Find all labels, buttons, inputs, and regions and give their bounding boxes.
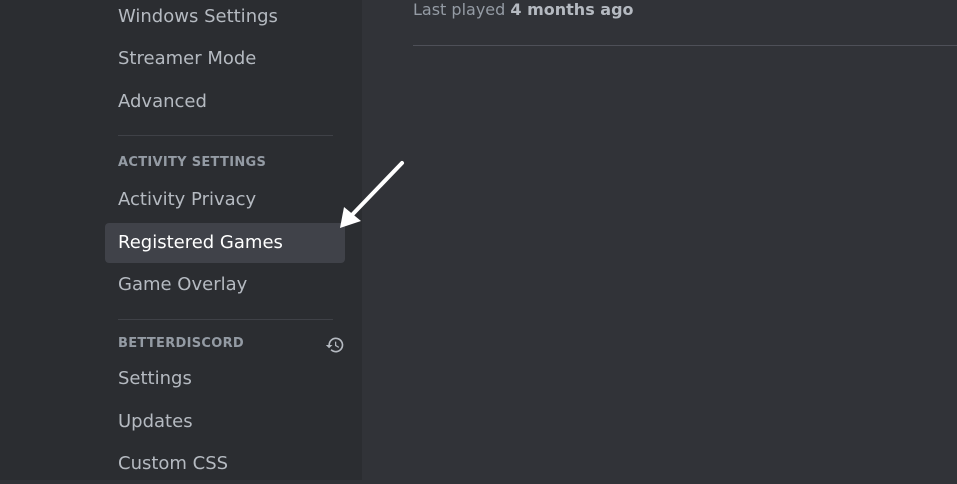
sidebar-item-activity-privacy[interactable]: Activity Privacy (105, 180, 345, 220)
annotation-arrow (340, 161, 404, 228)
sidebar-item-custom-css[interactable]: Custom CSS (105, 444, 345, 484)
sidebar-item-game-overlay[interactable]: Game Overlay (105, 265, 345, 305)
last-played-prefix: Last played (413, 0, 506, 19)
sidebar-item-updates[interactable]: Updates (105, 402, 345, 442)
settings-sidebar: Windows Settings Streamer Mode Advanced … (0, 0, 362, 480)
content-divider (413, 45, 957, 46)
sidebar-item-advanced[interactable]: Advanced (105, 82, 345, 122)
sidebar-item-settings[interactable]: Settings (105, 359, 345, 399)
sidebar-separator (118, 319, 333, 320)
content-panel: Last played 4 months ago (362, 0, 957, 480)
history-icon[interactable] (325, 335, 345, 355)
sidebar-item-windows-settings[interactable]: Windows Settings (105, 0, 345, 37)
last-played-text: Last played 4 months ago (413, 0, 634, 19)
section-header-activity-settings: ACTIVITY SETTINGS (118, 155, 267, 170)
last-played-value: 4 months ago (510, 0, 634, 19)
sidebar-item-registered-games[interactable]: Registered Games (105, 223, 345, 263)
sidebar-item-streamer-mode[interactable]: Streamer Mode (105, 39, 345, 79)
sidebar-separator (118, 135, 333, 136)
section-header-betterdiscord: BETTERDISCORD (118, 336, 244, 351)
